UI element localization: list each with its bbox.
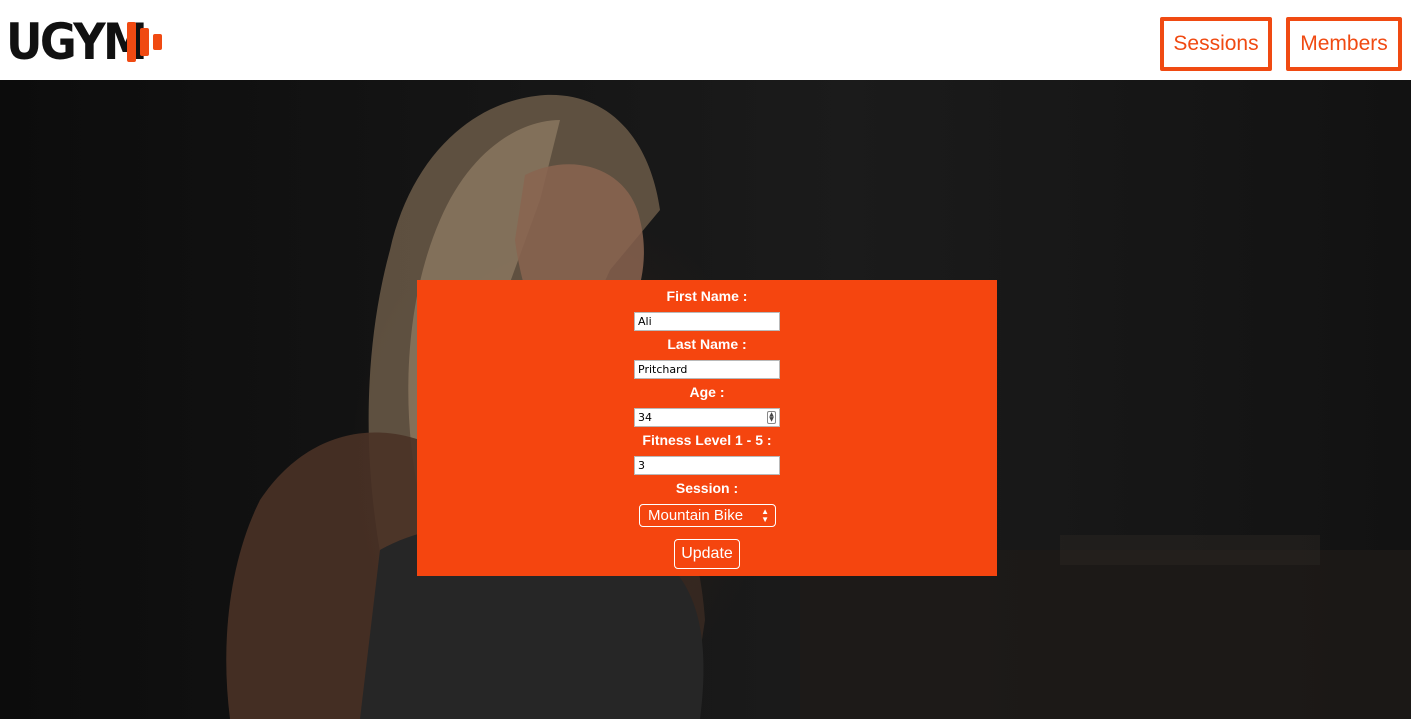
sessions-button[interactable]: Sessions [1160,17,1272,71]
first-name-label: First Name : [666,288,748,304]
site-header: UGYM Sessions Members [0,0,1411,80]
members-button[interactable]: Members [1286,17,1402,71]
age-label: Age : [689,384,725,400]
edit-member-form: First Name : Ali Last Name : Pritchard A… [417,280,997,576]
update-button[interactable]: Update [674,539,740,569]
first-name-field[interactable]: Ali [634,312,780,331]
age-value: 34 [638,411,652,424]
logo-text: UGYM [6,13,148,71]
last-name-field[interactable]: Pritchard [634,360,780,379]
select-arrows-icon: ▲ ▼ [761,507,769,524]
age-field[interactable]: 34 ▲ ▼ [634,408,780,427]
session-selected-value: Mountain Bike [648,507,744,524]
fitness-level-field[interactable]: 3 [634,456,780,475]
last-name-label: Last Name : [667,336,747,352]
logo-bars-icon [127,22,167,62]
fitness-level-label: Fitness Level 1 - 5 : [642,432,772,448]
session-label: Session : [675,480,739,496]
ugym-logo[interactable]: UGYM [6,13,162,71]
session-select[interactable]: Mountain Bike ▲ ▼ [639,504,776,527]
number-stepper-icon[interactable]: ▲ ▼ [767,411,776,424]
